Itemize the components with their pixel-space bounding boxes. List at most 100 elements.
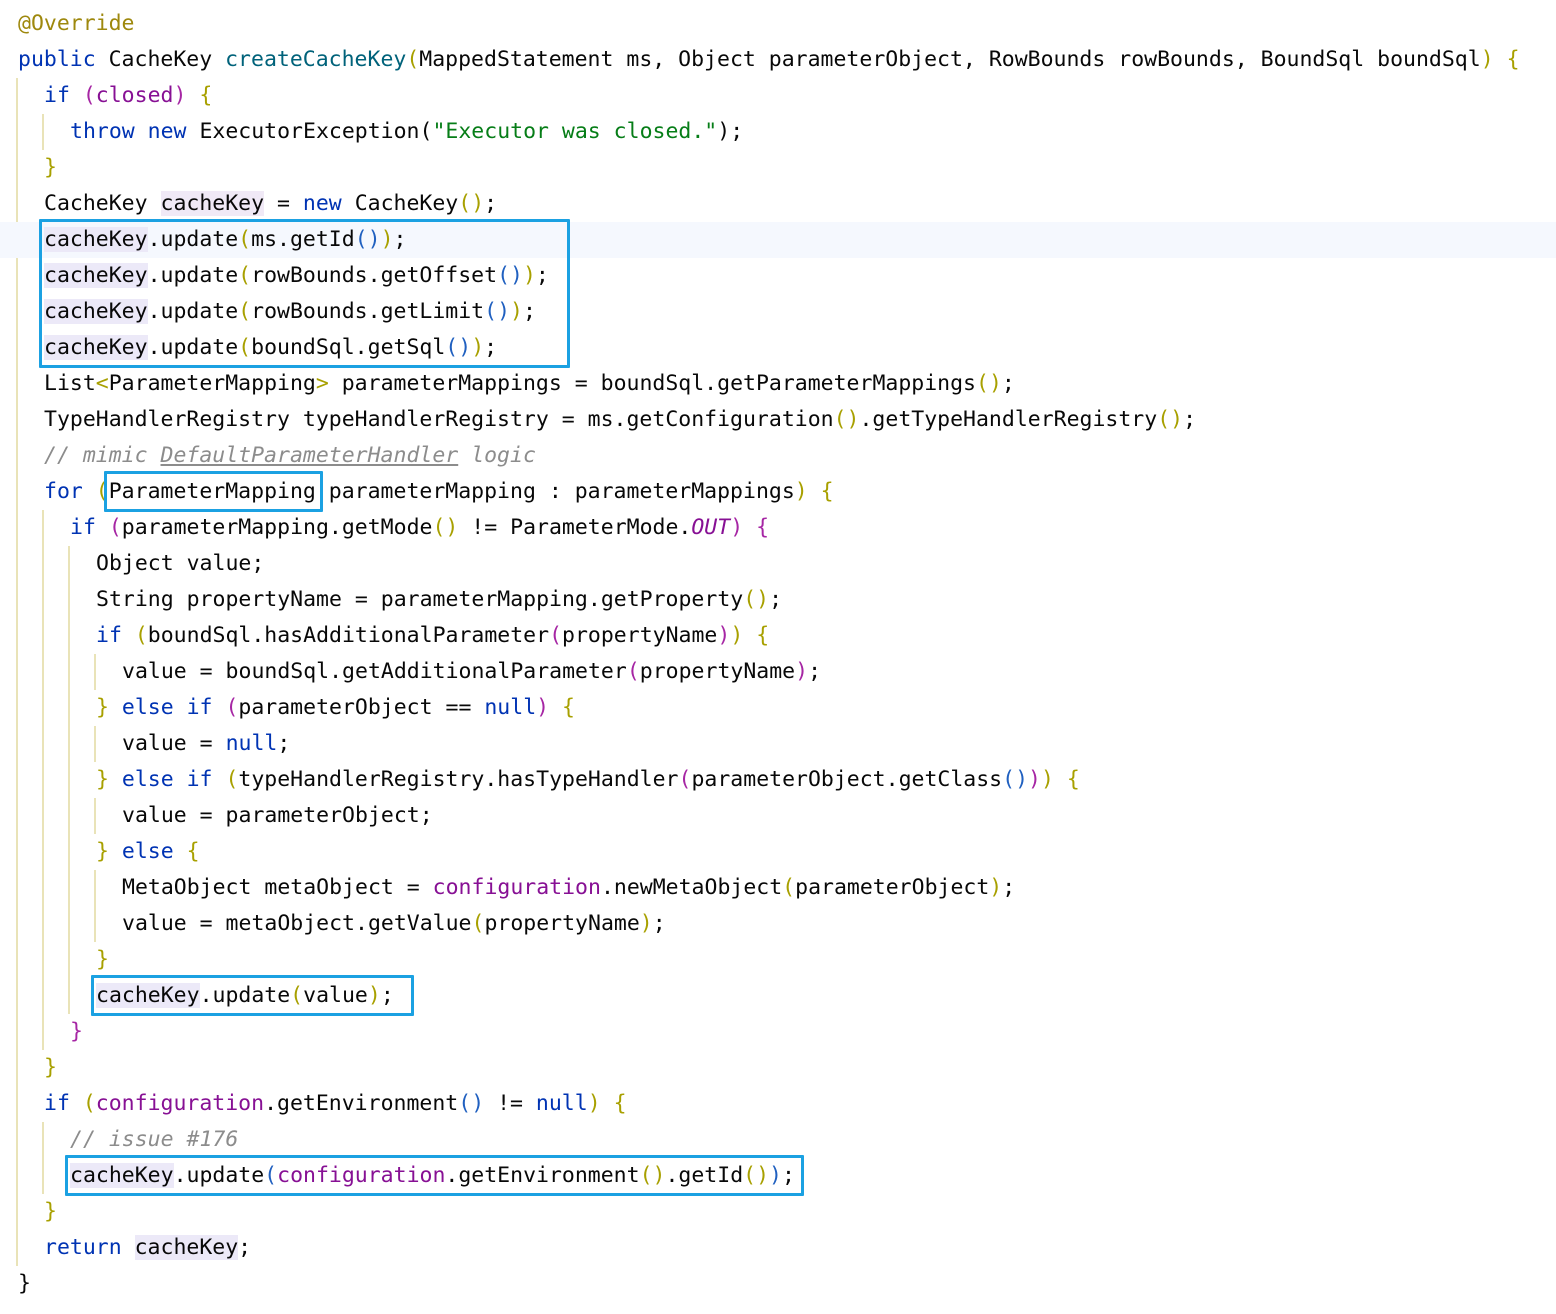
code-line-content: if (configuration.getEnvironment() != nu…: [44, 1086, 627, 1122]
code-line[interactable]: return cacheKey;: [0, 1230, 1556, 1266]
code-line[interactable]: cacheKey.update(boundSql.getSql());: [0, 330, 1556, 366]
code-token: ): [367, 983, 381, 1008]
code-line[interactable]: } else if (parameterObject == null) {: [0, 690, 1556, 726]
code-token: ): [730, 623, 744, 648]
code-token: ): [510, 299, 523, 324]
code-line[interactable]: } else {: [0, 834, 1556, 870]
code-line-content: cacheKey.update(configuration.getEnviron…: [70, 1158, 795, 1194]
code-token: ): [1040, 767, 1054, 792]
code-line[interactable]: cacheKey.update(value);: [0, 978, 1556, 1014]
code-line[interactable]: value = metaObject.getValue(propertyName…: [0, 906, 1556, 942]
code-line-content: value = boundSql.getAdditionalParameter(…: [122, 654, 821, 690]
code-token: parameterObject ==: [238, 695, 485, 720]
code-line[interactable]: public CacheKey createCacheKey(MappedSta…: [0, 42, 1556, 78]
code-token: ;: [380, 983, 394, 1008]
code-line[interactable]: Object value;: [0, 546, 1556, 582]
code-token: ;: [1002, 875, 1016, 900]
code-line[interactable]: if (closed) {: [0, 78, 1556, 114]
code-line[interactable]: // issue #176: [0, 1122, 1556, 1158]
code-line[interactable]: cacheKey.update(ms.getId());: [0, 222, 1556, 258]
code-token: (: [238, 299, 252, 324]
code-token: >: [315, 371, 329, 396]
code-line-content: }: [18, 1266, 31, 1302]
code-line[interactable]: } else if (typeHandlerRegistry.hasTypeHa…: [0, 762, 1556, 798]
code-token: }: [18, 1271, 31, 1296]
code-line[interactable]: CacheKey cacheKey = new CacheKey();: [0, 186, 1556, 222]
code-token: ): [730, 515, 744, 540]
code-line[interactable]: cacheKey.update(configuration.getEnviron…: [0, 1158, 1556, 1194]
code-token: parameterObject: [795, 875, 990, 900]
code-token: (): [458, 1091, 485, 1116]
code-token: {: [1493, 47, 1520, 72]
code-token: ): [471, 335, 485, 360]
code-token: cacheKey: [44, 299, 148, 324]
code-token: ): [587, 1091, 601, 1116]
code-token: ;: [393, 227, 407, 252]
code-line[interactable]: TypeHandlerRegistry typeHandlerRegistry …: [0, 402, 1556, 438]
code-token: (): [432, 515, 459, 540]
code-line[interactable]: }: [0, 1266, 1556, 1302]
code-line[interactable]: }: [0, 942, 1556, 978]
code-token: if: [44, 83, 83, 108]
code-token: value = boundSql.getAdditionalParameter: [122, 659, 627, 684]
code-line-content: Object value;: [96, 546, 264, 582]
code-token: // issue #176: [70, 1127, 239, 1152]
code-token: ): [536, 695, 550, 720]
code-line[interactable]: value = parameterObject;: [0, 798, 1556, 834]
code-line[interactable]: }: [0, 1050, 1556, 1086]
code-token: ;: [484, 335, 498, 360]
code-line[interactable]: throw new ExecutorException("Executor wa…: [0, 114, 1556, 150]
code-token: boundSql.hasAdditionalParameter: [147, 623, 550, 648]
code-token: ): [173, 83, 187, 108]
code-token: }: [96, 947, 109, 972]
code-token: ;: [808, 659, 822, 684]
code-token: null: [484, 695, 537, 720]
code-line-content: // mimic DefaultParameterHandler logic: [44, 438, 536, 474]
code-token: MetaObject metaObject =: [122, 875, 433, 900]
code-line-content: if (parameterMapping.getMode() != Parame…: [70, 510, 769, 546]
code-line[interactable]: }: [0, 1194, 1556, 1230]
code-token: (: [406, 47, 420, 72]
code-line[interactable]: cacheKey.update(rowBounds.getLimit());: [0, 294, 1556, 330]
code-line[interactable]: }: [0, 150, 1556, 186]
code-token: value =: [122, 731, 226, 756]
code-line[interactable]: value = null;: [0, 726, 1556, 762]
code-line[interactable]: List<ParameterMapping> parameterMappings…: [0, 366, 1556, 402]
code-token: TypeHandlerRegistry typeHandlerRegistry …: [44, 407, 834, 432]
code-token: configuration: [95, 1091, 265, 1116]
code-line[interactable]: if (configuration.getEnvironment() != nu…: [0, 1086, 1556, 1122]
code-line[interactable]: cacheKey.update(rowBounds.getOffset());: [0, 258, 1556, 294]
code-line-content: if (closed) {: [44, 78, 212, 114]
code-token: else: [121, 839, 187, 864]
code-line[interactable]: String propertyName = parameterMapping.g…: [0, 582, 1556, 618]
code-line[interactable]: // mimic DefaultParameterHandler logic: [0, 438, 1556, 474]
code-line[interactable]: MetaObject metaObject = configuration.ne…: [0, 870, 1556, 906]
code-token: (: [290, 983, 304, 1008]
code-line[interactable]: if (parameterMapping.getMode() != Parame…: [0, 510, 1556, 546]
code-token: ;: [652, 911, 666, 936]
code-token: propertyName: [484, 911, 640, 936]
code-token: .update: [147, 227, 239, 252]
code-token: ;: [769, 587, 783, 612]
code-line-content: }: [44, 150, 57, 186]
code-token: DefaultParameterHandler: [160, 443, 459, 468]
code-token: (): [833, 407, 860, 432]
code-line[interactable]: for (ParameterMapping parameterMapping :…: [0, 474, 1556, 510]
code-token: {: [743, 515, 770, 540]
code-token: MappedStatement ms, Object parameterObje…: [419, 47, 1481, 72]
code-token: {: [186, 83, 213, 108]
code-token: (: [82, 83, 96, 108]
code-token: parameterObject.getClass: [691, 767, 1003, 792]
code-token: CacheKey: [108, 47, 226, 72]
code-editor[interactable]: @Override public CacheKey createCacheKey(…: [0, 0, 1556, 1314]
code-token: cacheKey: [44, 227, 148, 252]
code-token: .getEnvironment: [264, 1091, 459, 1116]
code-line-content: List<ParameterMapping> parameterMappings…: [44, 366, 1015, 402]
code-line[interactable]: }: [0, 1014, 1556, 1050]
code-line-content: } else if (parameterObject == null) {: [96, 690, 575, 726]
code-line[interactable]: value = boundSql.getAdditionalParameter(…: [0, 654, 1556, 690]
code-token: {: [600, 1091, 627, 1116]
code-line[interactable]: @Override: [0, 6, 1556, 42]
code-token: (): [445, 335, 472, 360]
code-line[interactable]: if (boundSql.hasAdditionalParameter(prop…: [0, 618, 1556, 654]
